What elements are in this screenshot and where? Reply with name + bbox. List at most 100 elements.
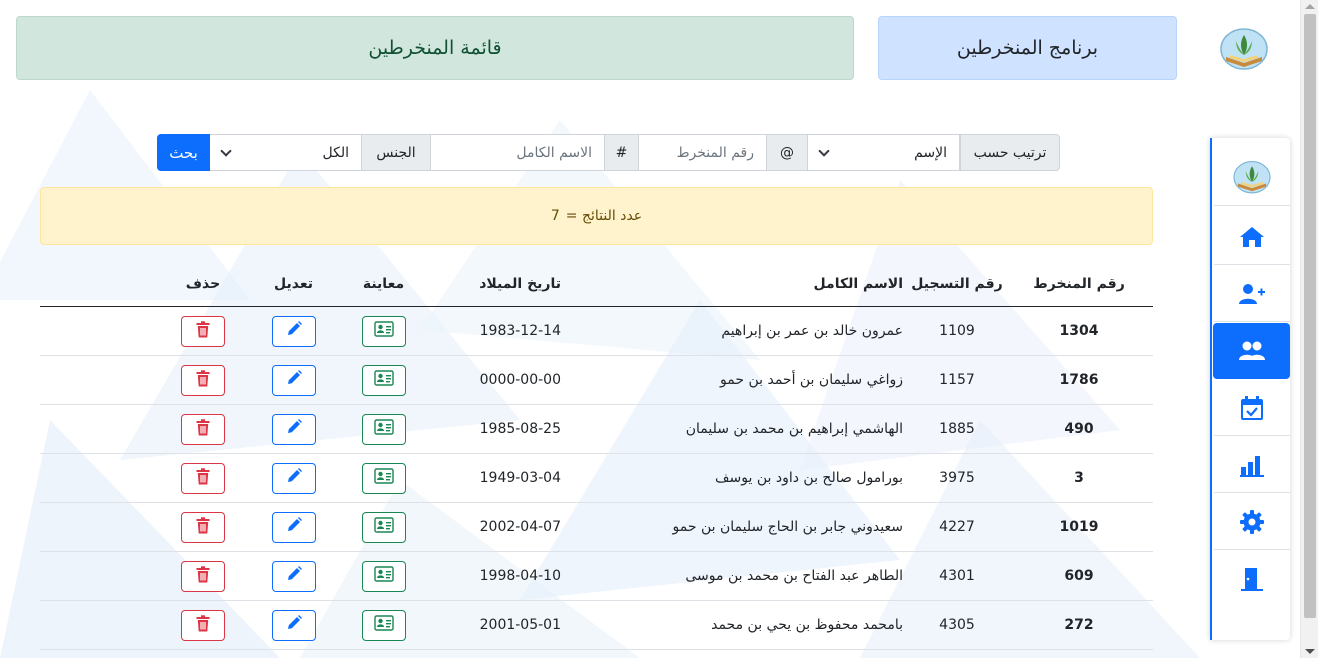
- trash-icon: [196, 369, 210, 391]
- view-button[interactable]: [361, 609, 406, 641]
- member-id-input[interactable]: رقم المنخرط: [638, 134, 767, 171]
- results-count-label: عدد النتائج =: [565, 208, 643, 224]
- cell-full-name: بامحمد محفوظ بن يحي بن محمد: [711, 617, 903, 633]
- header-full-name: الاسم الكامل: [813, 276, 903, 292]
- edit-button[interactable]: [271, 609, 316, 641]
- gender-select[interactable]: الكل: [209, 134, 362, 171]
- sidebar-item-logo[interactable]: [1214, 150, 1290, 206]
- pencil-icon: [285, 369, 303, 391]
- sidebar-item-attendance[interactable]: [1214, 380, 1290, 436]
- users-icon: [1238, 341, 1265, 360]
- sidebar-item-members[interactable]: [1213, 323, 1290, 379]
- page-scrollbar[interactable]: [1300, 0, 1318, 658]
- sidebar-item-statistics[interactable]: [1214, 437, 1290, 493]
- sidebar-item-add-member[interactable]: [1214, 266, 1290, 322]
- trash-icon: [196, 565, 210, 587]
- gender-selected-value: الكل: [322, 144, 350, 161]
- pencil-icon: [285, 467, 303, 489]
- view-button[interactable]: [361, 560, 406, 592]
- cell-birth-date: 1998-04-10: [479, 568, 561, 584]
- cell-birth-date: 1985-08-25: [479, 421, 561, 437]
- app-logo-icon[interactable]: [1218, 27, 1270, 73]
- cell-registration-number: 1109: [939, 323, 975, 339]
- edit-button[interactable]: [271, 364, 316, 396]
- delete-button[interactable]: [181, 511, 225, 543]
- brand-title[interactable]: برنامج المنخرطين: [878, 16, 1177, 80]
- id-card-icon: [373, 615, 394, 635]
- search-button[interactable]: بحث: [157, 134, 210, 171]
- trash-icon: [196, 516, 210, 538]
- table-row: 3 3975 بورامول صالح بن داود بن يوسف 1949-03…: [40, 454, 1153, 503]
- id-card-icon: [373, 370, 394, 390]
- nav-sidebar: [1210, 138, 1290, 640]
- header-birth-date: تاريخ الميلاد: [479, 276, 561, 292]
- table-row: 609 4301 الطاهر عبد الفتاح بن محمد بن موسى…: [40, 552, 1153, 601]
- bar-chart-icon: [1240, 455, 1264, 477]
- table-body: 1304 1109 عمرون خالد بن عمر بن إبراهيم 1983…: [40, 307, 1153, 650]
- chevron-down-icon: [818, 144, 830, 157]
- pencil-icon: [285, 516, 303, 538]
- sort-by-select[interactable]: الإسم: [807, 134, 960, 171]
- header-edit: تعديل: [274, 276, 313, 292]
- view-button[interactable]: [361, 462, 406, 494]
- sidebar-item-logout[interactable]: [1214, 551, 1290, 607]
- cell-member-id: 490: [1064, 421, 1094, 437]
- calendar-check-icon: [1241, 395, 1263, 420]
- header-registration-number: رقم التسجيل: [911, 276, 1003, 292]
- trash-icon: [196, 320, 210, 342]
- cell-birth-date: 0000-00-00: [479, 372, 561, 388]
- sort-by-label: ترتيب حسب: [960, 134, 1060, 171]
- hash-symbol-addon: #: [604, 134, 639, 171]
- cell-birth-date: 1983-12-14: [479, 323, 561, 339]
- view-button[interactable]: [361, 413, 406, 445]
- sort-by-selected-value: الإسم: [914, 144, 947, 161]
- cell-member-id: 1786: [1059, 372, 1099, 388]
- edit-button[interactable]: [271, 315, 316, 347]
- page-title: قائمة المنخرطين: [16, 16, 854, 80]
- full-name-input[interactable]: الاسم الكامل: [430, 134, 605, 171]
- delete-button[interactable]: [181, 315, 225, 347]
- delete-button[interactable]: [181, 364, 225, 396]
- delete-button[interactable]: [181, 609, 225, 641]
- edit-button[interactable]: [271, 511, 316, 543]
- delete-button[interactable]: [181, 560, 225, 592]
- table-row: 1786 1157 زواغي سليمان بن أحمد بن حمو 0000-…: [40, 356, 1153, 405]
- chevron-down-icon: [220, 144, 232, 157]
- header-member-id: رقم المنخرط: [1033, 276, 1125, 292]
- at-symbol-addon: @: [766, 134, 808, 171]
- cell-member-id: 3: [1074, 470, 1084, 486]
- scroll-down-arrow-icon[interactable]: [1305, 649, 1315, 654]
- cell-birth-date: 2002-04-07: [479, 519, 561, 535]
- cell-member-id: 272: [1064, 617, 1094, 633]
- cell-birth-date: 1949-03-04: [479, 470, 561, 486]
- edit-button[interactable]: [271, 560, 316, 592]
- id-card-icon: [373, 468, 394, 488]
- sidebar-item-settings[interactable]: [1214, 494, 1290, 550]
- cell-member-id: 1304: [1059, 323, 1099, 339]
- scroll-up-arrow-icon[interactable]: [1305, 4, 1315, 9]
- id-card-icon: [373, 566, 394, 586]
- table-row: 1019 4227 سعيدوني جابر بن الحاج سليمان بن …: [40, 503, 1153, 552]
- cell-full-name: الطاهر عبد الفتاح بن محمد بن موسى: [685, 568, 903, 584]
- scrollbar-thumb[interactable]: [1304, 14, 1316, 618]
- pencil-icon: [285, 418, 303, 440]
- pencil-icon: [285, 565, 303, 587]
- trash-icon: [196, 467, 210, 489]
- cell-registration-number: 4301: [939, 568, 975, 584]
- view-button[interactable]: [361, 511, 406, 543]
- cell-full-name: بورامول صالح بن داود بن يوسف: [715, 470, 903, 486]
- pencil-icon: [285, 614, 303, 636]
- home-icon: [1240, 226, 1264, 247]
- search-bar: ترتيب حسب الإسم @ رقم المنخرط # الاسم ال…: [157, 134, 1060, 171]
- table-row: 1304 1109 عمرون خالد بن عمر بن إبراهيم 1983…: [40, 307, 1153, 356]
- trash-icon: [196, 614, 210, 636]
- delete-button[interactable]: [181, 413, 225, 445]
- edit-button[interactable]: [271, 413, 316, 445]
- edit-button[interactable]: [271, 462, 316, 494]
- view-button[interactable]: [361, 364, 406, 396]
- id-card-icon: [373, 321, 394, 341]
- id-card-icon: [373, 517, 394, 537]
- sidebar-item-home[interactable]: [1214, 209, 1290, 265]
- view-button[interactable]: [361, 315, 406, 347]
- delete-button[interactable]: [181, 462, 225, 494]
